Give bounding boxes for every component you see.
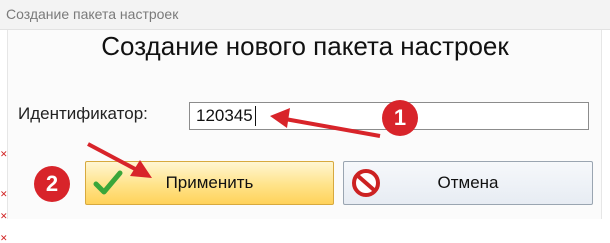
- identifier-label: Идентификатор:: [18, 104, 148, 123]
- checkmark-icon: [93, 170, 123, 195]
- prohibited-icon: [352, 169, 380, 197]
- dialog-heading: Создание нового пакета настроек: [101, 31, 509, 61]
- window-titlebar: Создание пакета настроек: [0, 0, 610, 30]
- text-caret: [255, 106, 256, 126]
- edge-x-icon: ✕: [0, 233, 8, 243]
- edge-x-icon: ✕: [0, 189, 8, 199]
- edge-x-icon: ✕: [0, 211, 8, 221]
- cancel-button[interactable]: Отмена: [343, 161, 593, 205]
- step-1-badge: 1: [382, 100, 418, 136]
- cancel-button-label: Отмена: [437, 173, 499, 192]
- edge-x-icon: ✕: [0, 149, 8, 159]
- window-title: Создание пакета настроек: [6, 6, 179, 22]
- apply-button-label: Применить: [165, 173, 254, 192]
- apply-button[interactable]: Применить: [85, 161, 334, 205]
- step-2-badge: 2: [34, 166, 70, 202]
